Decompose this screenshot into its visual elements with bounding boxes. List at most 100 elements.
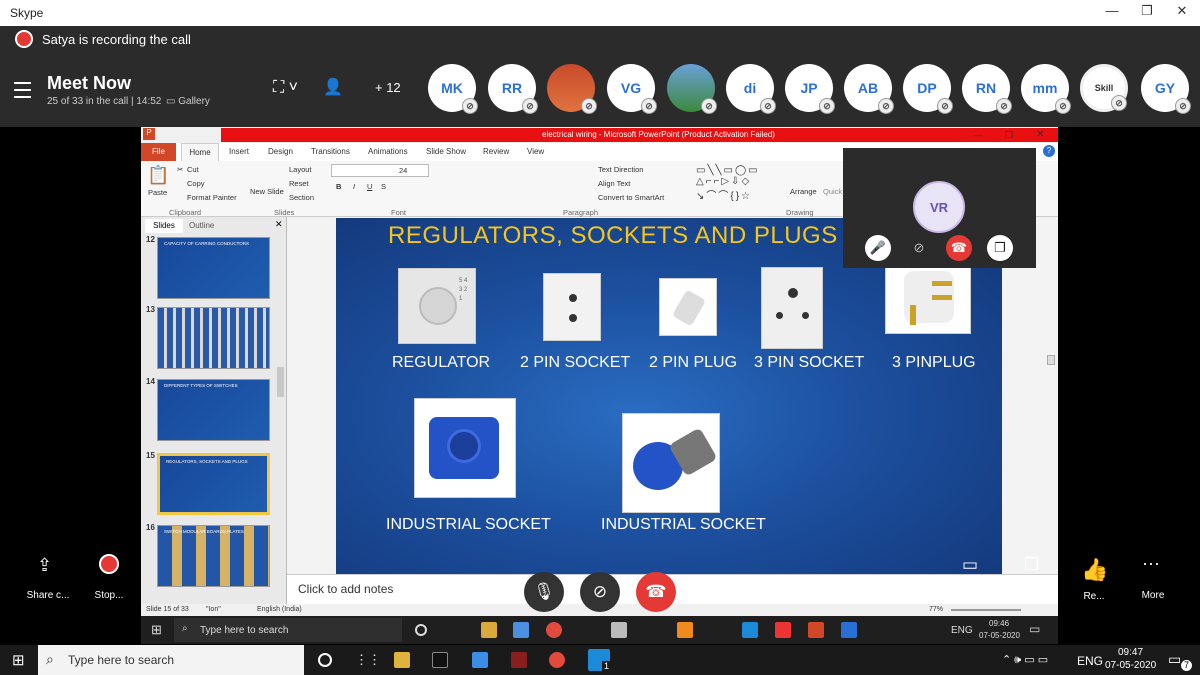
participant-avatar[interactable]: JP ⊘ <box>785 64 835 114</box>
mail-icon[interactable] <box>472 652 488 668</box>
layout-icon[interactable]: ⛶ ˅ <box>273 79 298 97</box>
paste-icon[interactable]: 📋 <box>147 165 169 186</box>
react-label[interactable]: Re... <box>1074 591 1114 602</box>
gallery-toggle[interactable]: ▭ Gallery <box>166 96 210 107</box>
participant-avatar[interactable]: mm ⊘ <box>1021 64 1071 114</box>
cut-button[interactable]: Cut <box>187 165 199 174</box>
more-icon[interactable]: ··· <box>1142 553 1160 574</box>
tab-transitions[interactable]: Transitions <box>311 147 350 156</box>
zoom-level[interactable]: 77% <box>929 606 943 613</box>
slide-thumbnail[interactable] <box>157 307 270 369</box>
participant-avatar[interactable]: ⊘ <box>547 64 597 114</box>
taskbar-search-box[interactable]: ⌕ Type here to search <box>38 645 304 675</box>
powerpoint-taskbar-icon[interactable] <box>808 622 824 638</box>
arrange-button[interactable]: Arrange <box>790 187 817 196</box>
share-content-label[interactable]: Share c... <box>18 590 78 601</box>
close-button[interactable]: ✕ <box>1172 3 1192 23</box>
layout-button[interactable]: Layout <box>289 165 312 174</box>
tab-slides[interactable]: Slides <box>145 219 183 233</box>
ppt-close-button[interactable]: ✕ <box>1036 129 1044 140</box>
cortana-icon[interactable] <box>318 653 332 667</box>
file-explorer-icon[interactable] <box>394 652 410 668</box>
popup-mic-button[interactable]: 🎤 <box>865 235 891 261</box>
app-icon[interactable] <box>511 652 527 668</box>
zoom-slider[interactable] <box>951 609 1021 611</box>
italic-icon[interactable]: I <box>353 182 355 191</box>
shadow-icon[interactable]: S <box>381 182 386 191</box>
ppt-maximize-button[interactable]: ❐ <box>1005 130 1013 141</box>
taskbar-lang[interactable]: ENG <box>1077 654 1103 668</box>
convert-smartart-button[interactable]: Convert to SmartArt <box>598 193 664 202</box>
add-person-icon[interactable]: 👤 <box>323 77 343 97</box>
tab-insert[interactable]: Insert <box>229 147 249 156</box>
font-size-field[interactable]: 24 <box>399 166 407 175</box>
windows-start-icon[interactable]: ⊞ <box>12 651 25 669</box>
align-text-button[interactable]: Align Text <box>598 179 630 188</box>
panel-close-icon[interactable]: ✕ <box>275 219 283 230</box>
participant-avatar[interactable]: GY ⊘ <box>1141 64 1191 114</box>
participant-avatar[interactable]: di ⊘ <box>726 64 776 114</box>
react-thumbs-up-icon[interactable]: 👍 <box>1081 557 1108 583</box>
panel-scrollbar[interactable] <box>277 367 284 397</box>
tray-icons[interactable]: ⌃ 🕪 ▭ ▭ <box>1002 653 1048 667</box>
chrome-icon[interactable] <box>546 622 562 638</box>
participant-avatar[interactable]: DP ⊘ <box>903 64 953 114</box>
slide-canvas[interactable]: REGULATORS, SOCKETS AND PLUGS 5 4 3 2 1 … <box>336 218 1002 574</box>
participant-avatar[interactable]: ⊘ <box>667 64 717 114</box>
participant-avatar[interactable]: MK ⊘ <box>428 64 478 114</box>
bold-icon[interactable]: B <box>336 182 341 191</box>
tab-outline[interactable]: Outline <box>189 219 214 233</box>
paste-button[interactable]: Paste <box>148 188 167 197</box>
store-icon[interactable] <box>513 622 529 638</box>
cut-icon[interactable]: ✂ <box>177 165 183 174</box>
participant-avatar[interactable]: VG ⊘ <box>607 64 657 114</box>
tab-file[interactable]: File <box>141 143 176 161</box>
participant-avatar[interactable]: Skill ⊘ <box>1080 64 1128 112</box>
stop-recording-label[interactable]: Stop... <box>84 590 134 601</box>
calculator-icon[interactable] <box>611 622 627 638</box>
share-icon[interactable]: ⇪ <box>37 555 52 576</box>
section-button[interactable]: Section <box>289 193 314 202</box>
popup-end-call-button[interactable]: ☎ <box>946 235 972 261</box>
share-screen-icon[interactable]: ❐ <box>1024 555 1039 575</box>
action-center-icon[interactable]: ▭ <box>1168 651 1181 668</box>
tab-animations[interactable]: Animations <box>368 147 408 156</box>
shapes-gallery[interactable]: ▭╲╲▭◯▭ △⌐⌐▷⇩◇ ↘⌒⌒{}☆ <box>696 165 760 202</box>
menu-icon[interactable] <box>14 82 31 103</box>
chat-label[interactable]: Chat <box>952 590 992 601</box>
new-slide-button[interactable]: New Slide <box>250 187 284 196</box>
more-participants-count[interactable]: + 12 <box>375 80 401 95</box>
format-painter-button[interactable]: Format Painter <box>187 193 237 202</box>
help-icon[interactable]: ? <box>1043 145 1055 157</box>
terminal-icon[interactable] <box>432 652 448 668</box>
inner-start-icon[interactable]: ⊞ <box>151 622 162 638</box>
participant-avatar[interactable]: RR ⊘ <box>488 64 538 114</box>
explorer-icon[interactable] <box>481 622 497 638</box>
inner-search-box[interactable]: ⌕ Type here to search <box>174 618 402 642</box>
popup-video-off-button[interactable]: ⊘ <box>906 235 932 261</box>
popup-expand-button[interactable]: ❐ <box>987 235 1013 261</box>
underline-icon[interactable]: U <box>367 182 372 191</box>
slide-thumbnail[interactable]: DIFFERENT TYPES OF SWITCHES <box>157 379 270 441</box>
slide-thumbnail[interactable]: REGULATORS, SOCKETS AND PLUGS <box>157 453 270 515</box>
participant-avatar[interactable]: RN ⊘ <box>962 64 1012 114</box>
acrobat-icon[interactable] <box>775 622 791 638</box>
mute-mic-button[interactable]: 🎙 <box>524 572 564 612</box>
edge-icon[interactable] <box>841 622 857 638</box>
inner-notification-icon[interactable]: ▭ <box>1029 622 1040 636</box>
reset-button[interactable]: Reset <box>289 179 309 188</box>
vlc-icon[interactable] <box>677 622 693 638</box>
inner-lang[interactable]: ENG <box>951 625 973 636</box>
chat-icon[interactable]: ▭ <box>962 555 978 575</box>
share-screen-label[interactable]: Shar... <box>1014 590 1054 601</box>
copy-button[interactable]: Copy <box>187 179 205 188</box>
task-view-icon[interactable]: ⋮⋮ <box>355 652 381 668</box>
tab-review[interactable]: Review <box>483 147 509 156</box>
slide-thumbnail[interactable]: CAPACITY OF CARRING CONDUCTORS <box>157 237 270 299</box>
stop-recording-icon[interactable] <box>99 554 119 574</box>
slide-scrollbar[interactable] <box>1047 355 1055 365</box>
ppt-minimize-button[interactable]: — <box>974 130 983 140</box>
minimize-button[interactable]: — <box>1102 3 1122 23</box>
more-label[interactable]: More <box>1133 590 1173 601</box>
tab-slide-show[interactable]: Slide Show <box>426 147 466 156</box>
